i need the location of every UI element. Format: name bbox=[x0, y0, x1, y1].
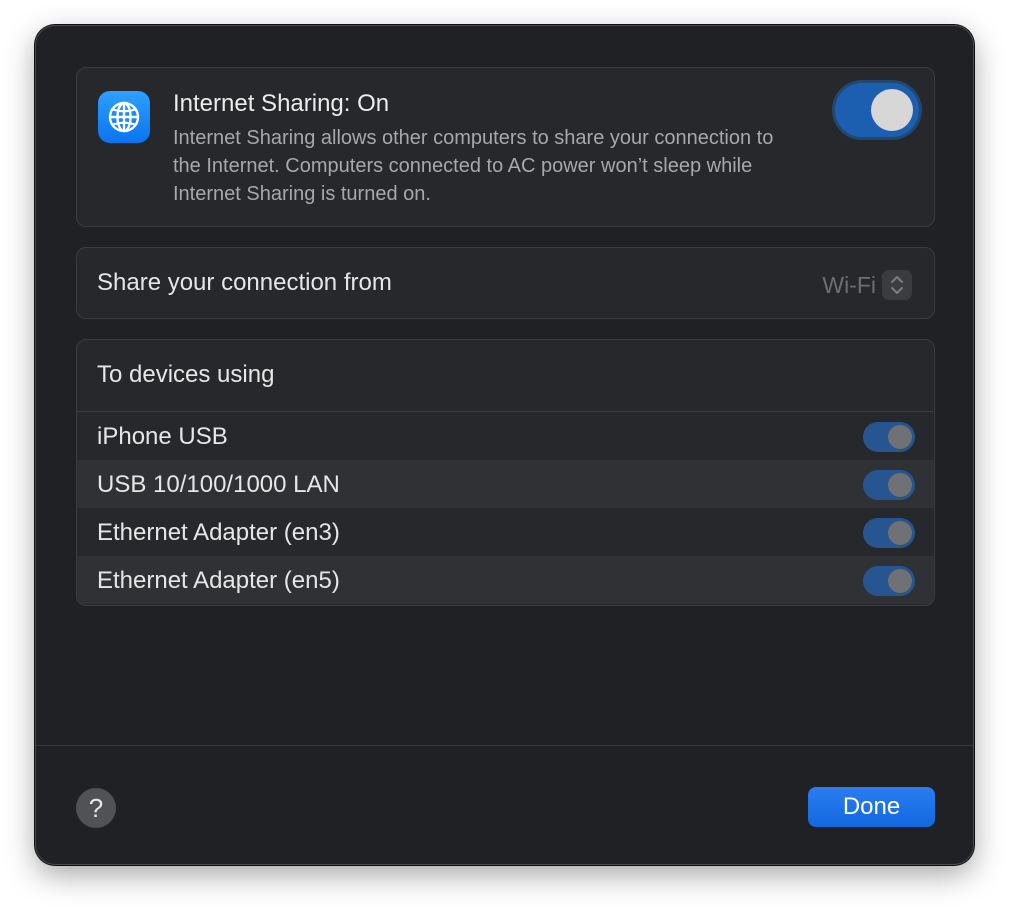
internet-sharing-card: Internet Sharing: On Internet Sharing al… bbox=[76, 67, 935, 227]
devices-card: To devices using iPhone USB USB 10/100/1… bbox=[76, 339, 935, 606]
device-row-ethernet-en3: Ethernet Adapter (en3) bbox=[77, 508, 934, 556]
device-toggle-ethernet-en5[interactable] bbox=[863, 566, 915, 596]
toggle-knob bbox=[888, 473, 912, 497]
globe-icon bbox=[98, 91, 150, 143]
help-button[interactable]: ? bbox=[76, 788, 116, 828]
internet-sharing-title: Internet Sharing: On bbox=[173, 90, 390, 117]
toggle-knob bbox=[888, 521, 912, 545]
device-toggle-ethernet-en3[interactable] bbox=[863, 518, 915, 548]
device-label: iPhone USB bbox=[97, 423, 228, 450]
device-label: USB 10/100/1000 LAN bbox=[97, 471, 340, 498]
device-label: Ethernet Adapter (en5) bbox=[97, 567, 340, 594]
share-source-card: Share your connection from Wi-Fi bbox=[76, 247, 935, 319]
up-down-chevron-icon bbox=[882, 270, 912, 300]
device-toggle-iphone-usb[interactable] bbox=[863, 422, 915, 452]
done-button[interactable]: Done bbox=[808, 787, 935, 827]
internet-sharing-toggle[interactable] bbox=[835, 83, 919, 137]
internet-sharing-sheet: Internet Sharing: On Internet Sharing al… bbox=[35, 25, 974, 865]
footer-divider bbox=[36, 745, 973, 746]
device-row-usb-lan: USB 10/100/1000 LAN bbox=[77, 460, 934, 508]
devices-header: To devices using bbox=[97, 361, 275, 388]
share-source-popup[interactable]: Wi-Fi bbox=[822, 270, 912, 300]
device-label: Ethernet Adapter (en3) bbox=[97, 519, 340, 546]
device-row-ethernet-en5: Ethernet Adapter (en5) bbox=[77, 556, 934, 604]
toggle-knob bbox=[888, 569, 912, 593]
toggle-knob bbox=[871, 89, 913, 131]
toggle-knob bbox=[888, 425, 912, 449]
share-source-label: Share your connection from bbox=[97, 269, 392, 296]
device-toggle-usb-lan[interactable] bbox=[863, 470, 915, 500]
internet-sharing-description: Internet Sharing allows other computers … bbox=[173, 127, 774, 205]
device-row-iphone-usb: iPhone USB bbox=[77, 412, 934, 460]
share-source-value: Wi-Fi bbox=[822, 271, 876, 298]
